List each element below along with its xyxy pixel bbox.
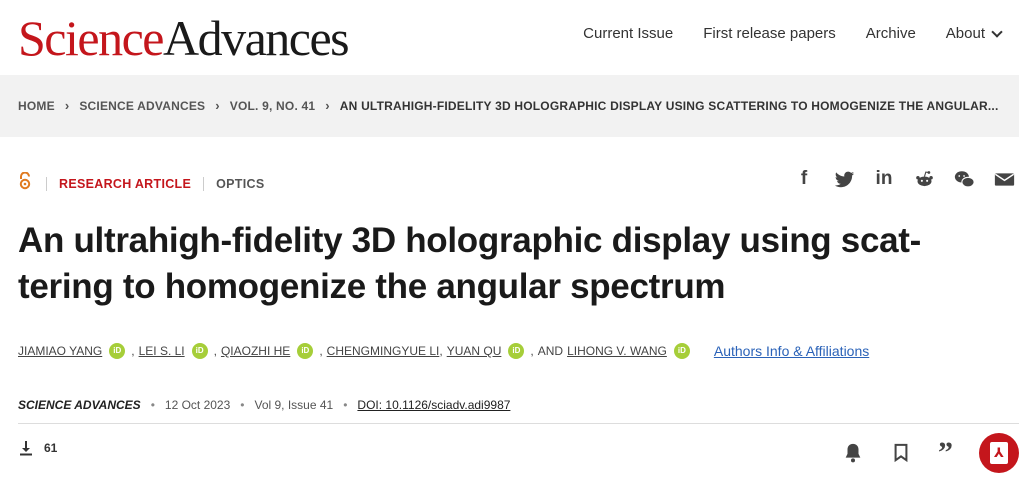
email-icon[interactable] bbox=[993, 168, 1015, 190]
open-access-icon bbox=[18, 171, 32, 195]
chevron-right-icon: › bbox=[215, 98, 220, 113]
author-link[interactable]: YUAN QU bbox=[447, 344, 502, 358]
publication-date: 12 Oct 2023 bbox=[164, 398, 231, 412]
nav-first-release-papers[interactable]: First release papers bbox=[703, 25, 836, 42]
author-link[interactable]: QIAOZHI HE bbox=[221, 344, 290, 358]
volume-issue[interactable]: Vol 9, Issue 41 bbox=[254, 398, 333, 412]
chevron-down-icon bbox=[991, 25, 1003, 38]
nav-about[interactable]: About bbox=[945, 25, 1003, 42]
linkedin-icon[interactable]: in bbox=[873, 168, 895, 190]
separator: , bbox=[439, 344, 443, 358]
author-list: JIAMIAO YANG iD, LEI S. LI iD, QIAOZHI H… bbox=[18, 343, 869, 359]
bullet-separator: • bbox=[240, 398, 245, 412]
cite-quote-icon[interactable]: ” bbox=[938, 438, 953, 468]
download-count: 61 bbox=[44, 441, 58, 455]
author-link[interactable]: JIAMIAO YANG bbox=[18, 344, 102, 358]
article-title: An ultrahigh-fidelity 3D holographic dis… bbox=[18, 221, 922, 306]
orcid-icon[interactable]: iD bbox=[191, 343, 208, 359]
nav-current-issue[interactable]: Current Issue bbox=[583, 25, 673, 42]
chevron-right-icon: › bbox=[325, 98, 330, 113]
logo-science-text: Science bbox=[18, 10, 164, 66]
article-tools: ” ⅄ bbox=[842, 433, 1019, 473]
breadcrumb-home[interactable]: HOME bbox=[18, 99, 55, 113]
bullet-separator: • bbox=[150, 398, 155, 412]
twitter-icon[interactable] bbox=[833, 168, 855, 190]
citation-line: SCIENCE ADVANCES • 12 Oct 2023 • Vol 9, … bbox=[18, 398, 510, 412]
share-icons: f in bbox=[793, 168, 1015, 190]
author-link[interactable]: LEI S. LI bbox=[139, 344, 185, 358]
breadcrumb-bar: HOME › SCIENCE ADVANCES › VOL. 9, NO. 41… bbox=[0, 75, 1019, 137]
metrics-bar: 61 bbox=[18, 440, 57, 456]
reddit-icon[interactable] bbox=[913, 168, 935, 190]
author-link[interactable]: LIHONG V. WANG bbox=[567, 344, 667, 358]
research-type-label[interactable]: RESEARCH ARTICLE bbox=[59, 177, 191, 191]
separator: , bbox=[131, 344, 135, 358]
breadcrumb-journal[interactable]: SCIENCE ADVANCES bbox=[79, 99, 205, 113]
orcid-icon[interactable]: iD bbox=[109, 343, 126, 359]
bullet-separator: • bbox=[343, 398, 348, 412]
site-header: ScienceAdvances Current Issue First rele… bbox=[0, 0, 1019, 75]
separator: , bbox=[213, 344, 217, 358]
alert-bell-icon[interactable] bbox=[842, 442, 864, 464]
divider bbox=[46, 176, 47, 191]
nav-about-label: About bbox=[945, 25, 985, 42]
separator: , bbox=[530, 344, 534, 358]
author-link[interactable]: CHENGMINGYUE LI bbox=[327, 344, 440, 358]
facebook-icon[interactable]: f bbox=[793, 168, 815, 190]
main-nav: Current Issue First release papers Archi… bbox=[583, 25, 1003, 42]
divider bbox=[203, 176, 205, 191]
journal-name: SCIENCE ADVANCES bbox=[18, 398, 141, 412]
download-icon[interactable] bbox=[18, 440, 34, 456]
article-meta-row: RESEARCH ARTICLE OPTICS bbox=[18, 171, 264, 195]
logo-advances-text: Advances bbox=[162, 10, 350, 66]
orcid-icon[interactable]: iD bbox=[297, 343, 314, 359]
subject-label[interactable]: OPTICS bbox=[216, 177, 264, 191]
and-text: AND bbox=[537, 344, 564, 358]
orcid-icon[interactable]: iD bbox=[673, 343, 690, 359]
nav-archive[interactable]: Archive bbox=[866, 25, 916, 42]
doi-link[interactable]: DOI: 10.1126/sciadv.adi9987 bbox=[357, 398, 510, 412]
wechat-icon[interactable] bbox=[953, 168, 975, 190]
pdf-button[interactable]: ⅄ bbox=[979, 433, 1019, 473]
bookmark-icon[interactable] bbox=[890, 442, 912, 464]
separator: , bbox=[319, 344, 323, 358]
site-logo[interactable]: ScienceAdvances bbox=[18, 10, 350, 66]
authors-info-affiliations-link[interactable]: Authors Info & Affiliations bbox=[714, 343, 869, 359]
divider bbox=[18, 423, 1019, 424]
breadcrumb: HOME › SCIENCE ADVANCES › VOL. 9, NO. 41… bbox=[18, 98, 999, 113]
breadcrumb-current: AN ULTRAHIGH-FIDELITY 3D HOLOGRAPHIC DIS… bbox=[339, 98, 999, 113]
orcid-icon[interactable]: iD bbox=[508, 343, 525, 359]
pdf-icon: ⅄ bbox=[990, 442, 1008, 464]
breadcrumb-volume[interactable]: VOL. 9, NO. 41 bbox=[230, 99, 316, 113]
chevron-right-icon: › bbox=[64, 98, 70, 113]
